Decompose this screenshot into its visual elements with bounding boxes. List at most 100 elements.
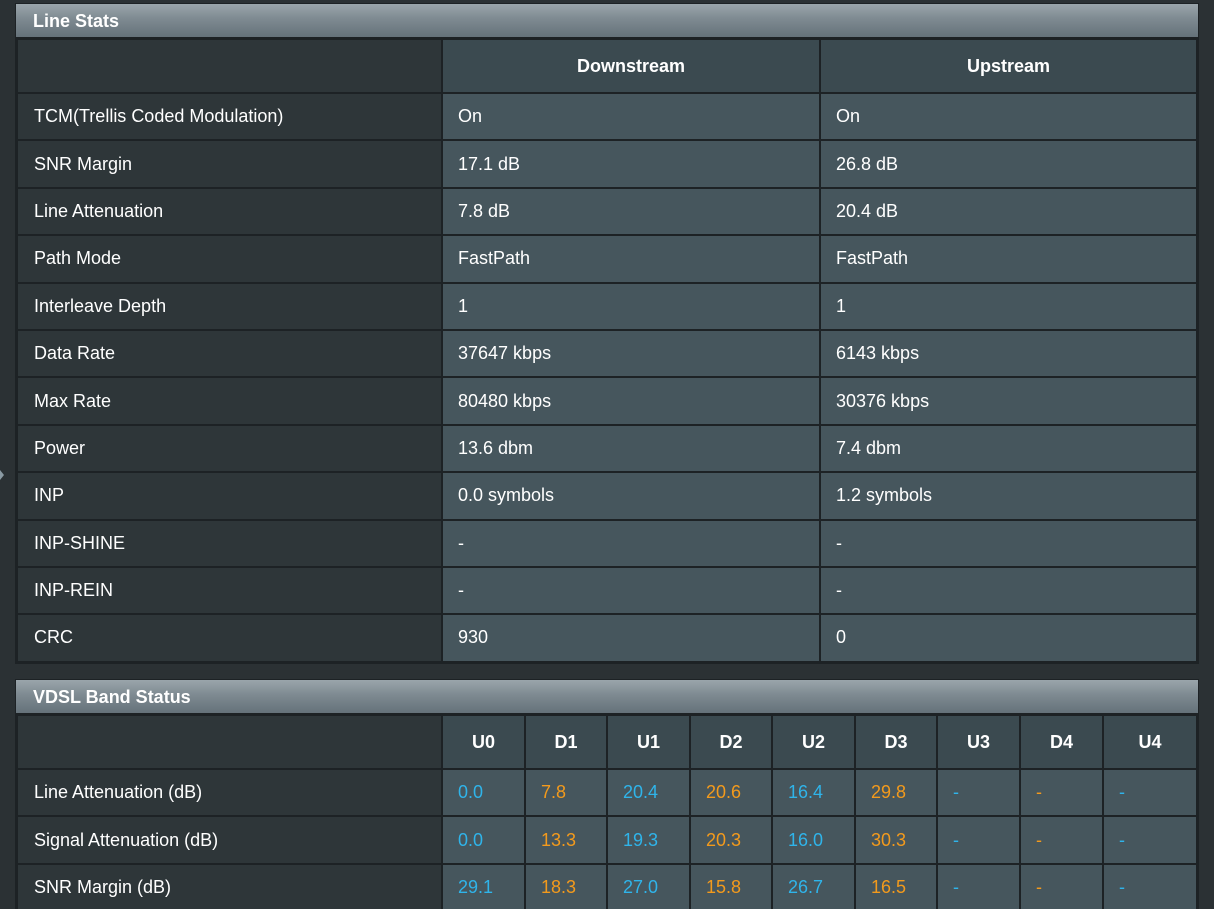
- band-value-d3: 30.3: [854, 815, 938, 865]
- upstream-value: FastPath: [819, 234, 1198, 284]
- upstream-value: 7.4 dbm: [819, 423, 1198, 474]
- line-stats-row: INP-REIN - -: [16, 565, 1198, 616]
- band-header-u0: U0: [441, 714, 526, 770]
- upstream-value: 1.2 symbols: [819, 471, 1198, 521]
- band-value-u4: -: [1102, 767, 1198, 818]
- dsl-status-page: Line Stats Downstream Upstream TCM(Trell…: [0, 0, 1214, 909]
- downstream-value: 13.6 dbm: [441, 423, 821, 474]
- band-row-label: Signal Attenuation (dB): [16, 815, 443, 865]
- band-header-d1: D1: [524, 714, 608, 770]
- line-stats-row: SNR Margin 17.1 dB 26.8 dB: [16, 139, 1198, 189]
- band-header-d4: D4: [1019, 714, 1104, 770]
- band-header-row: U0 D1 U1 D2 U2 D3 U3 D4 U4: [16, 714, 1198, 770]
- downstream-value: 37647 kbps: [441, 328, 821, 379]
- collapse-arrow-icon[interactable]: [0, 470, 4, 480]
- band-value-u3: -: [936, 815, 1021, 865]
- header-corner-cell: [16, 38, 443, 94]
- stat-label: Interleave Depth: [16, 281, 443, 331]
- downstream-column-header: Downstream: [441, 38, 821, 94]
- line-stats-title: Line Stats: [16, 4, 1198, 38]
- downstream-value: 1: [441, 281, 821, 331]
- band-value-u4: -: [1102, 862, 1198, 909]
- band-value-d4: -: [1019, 815, 1104, 865]
- band-row: SNR Margin (dB) 29.1 18.3 27.0 15.8 26.7 16.5-…: [16, 862, 1198, 909]
- line-stats-header-row: Downstream Upstream: [16, 38, 1198, 94]
- band-header-d3: D3: [854, 714, 938, 770]
- band-row-label: Line Attenuation (dB): [16, 767, 443, 818]
- stat-label: Data Rate: [16, 328, 443, 379]
- downstream-value: -: [441, 565, 821, 616]
- band-row-label: SNR Margin (dB): [16, 862, 443, 909]
- upstream-value: -: [819, 518, 1198, 568]
- upstream-value: 20.4 dB: [819, 186, 1198, 237]
- upstream-value: 6143 kbps: [819, 328, 1198, 379]
- band-value-d2: 20.6: [689, 767, 773, 818]
- line-stats-row: CRC 930 0: [16, 613, 1198, 663]
- band-value-u1: 20.4: [606, 767, 691, 818]
- downstream-value: FastPath: [441, 234, 821, 284]
- upstream-value: 26.8 dB: [819, 139, 1198, 189]
- upstream-value: 0: [819, 613, 1198, 663]
- band-value-u1: 19.3: [606, 815, 691, 865]
- stat-label: INP-SHINE: [16, 518, 443, 568]
- stat-label: Line Attenuation: [16, 186, 443, 237]
- downstream-value: On: [441, 91, 821, 142]
- stat-label: Max Rate: [16, 376, 443, 426]
- band-header-d2: D2: [689, 714, 773, 770]
- band-row: Line Attenuation (dB) 0.0 7.8 20.4 20.6 16.4 2…: [16, 767, 1198, 818]
- band-value-d4: -: [1019, 862, 1104, 909]
- band-value-d3: 16.5: [854, 862, 938, 909]
- band-header-u2: U2: [771, 714, 856, 770]
- upstream-value: -: [819, 565, 1198, 616]
- band-value-u0: 0.0: [441, 815, 526, 865]
- line-stats-row: Data Rate 37647 kbps 6143 kbps: [16, 328, 1198, 379]
- downstream-value: -: [441, 518, 821, 568]
- band-header-corner-cell: [16, 714, 443, 770]
- stat-label: CRC: [16, 613, 443, 663]
- band-value-u3: -: [936, 767, 1021, 818]
- line-stats-row: Line Attenuation 7.8 dB 20.4 dB: [16, 186, 1198, 237]
- band-value-u2: 26.7: [771, 862, 856, 909]
- stat-label: INP-REIN: [16, 565, 443, 616]
- upstream-value: 1: [819, 281, 1198, 331]
- downstream-value: 0.0 symbols: [441, 471, 821, 521]
- vdsl-band-status-panel: VDSL Band Status U0 D1 U1 D2 U2 D3 U3 D4 U4 Line…: [15, 679, 1199, 909]
- band-value-d4: -: [1019, 767, 1104, 818]
- upstream-value: On: [819, 91, 1198, 142]
- line-stats-table: Downstream Upstream TCM(Trellis Coded Mo…: [16, 38, 1198, 663]
- band-header-u4: U4: [1102, 714, 1198, 770]
- band-value-u3: -: [936, 862, 1021, 909]
- stat-label: Power: [16, 423, 443, 474]
- vdsl-band-table: U0 D1 U1 D2 U2 D3 U3 D4 U4 Line Attenuation (dB)…: [16, 714, 1198, 909]
- band-value-u0: 29.1: [441, 862, 526, 909]
- band-value-d2: 15.8: [689, 862, 773, 909]
- upstream-column-header: Upstream: [819, 38, 1198, 94]
- line-stats-row: Path Mode FastPath FastPath: [16, 234, 1198, 284]
- line-stats-row: Power 13.6 dbm 7.4 dbm: [16, 423, 1198, 474]
- band-value-u2: 16.4: [771, 767, 856, 818]
- line-stats-row: Interleave Depth 1 1: [16, 281, 1198, 331]
- stat-label: INP: [16, 471, 443, 521]
- line-stats-row: INP 0.0 symbols 1.2 symbols: [16, 471, 1198, 521]
- band-value-u2: 16.0: [771, 815, 856, 865]
- line-stats-row: Max Rate 80480 kbps 30376 kbps: [16, 376, 1198, 426]
- upstream-value: 30376 kbps: [819, 376, 1198, 426]
- downstream-value: 7.8 dB: [441, 186, 821, 237]
- downstream-value: 17.1 dB: [441, 139, 821, 189]
- band-value-d1: 13.3: [524, 815, 608, 865]
- band-value-u0: 0.0: [441, 767, 526, 818]
- band-value-d2: 20.3: [689, 815, 773, 865]
- stat-label: Path Mode: [16, 234, 443, 284]
- stat-label: SNR Margin: [16, 139, 443, 189]
- downstream-value: 80480 kbps: [441, 376, 821, 426]
- band-header-u3: U3: [936, 714, 1021, 770]
- band-header-u1: U1: [606, 714, 691, 770]
- band-value-d1: 7.8: [524, 767, 608, 818]
- band-value-u1: 27.0: [606, 862, 691, 909]
- line-stats-panel: Line Stats Downstream Upstream TCM(Trell…: [15, 3, 1199, 664]
- line-stats-row: INP-SHINE - -: [16, 518, 1198, 568]
- line-stats-row: TCM(Trellis Coded Modulation) On On: [16, 91, 1198, 142]
- downstream-value: 930: [441, 613, 821, 663]
- band-value-d1: 18.3: [524, 862, 608, 909]
- band-value-d3: 29.8: [854, 767, 938, 818]
